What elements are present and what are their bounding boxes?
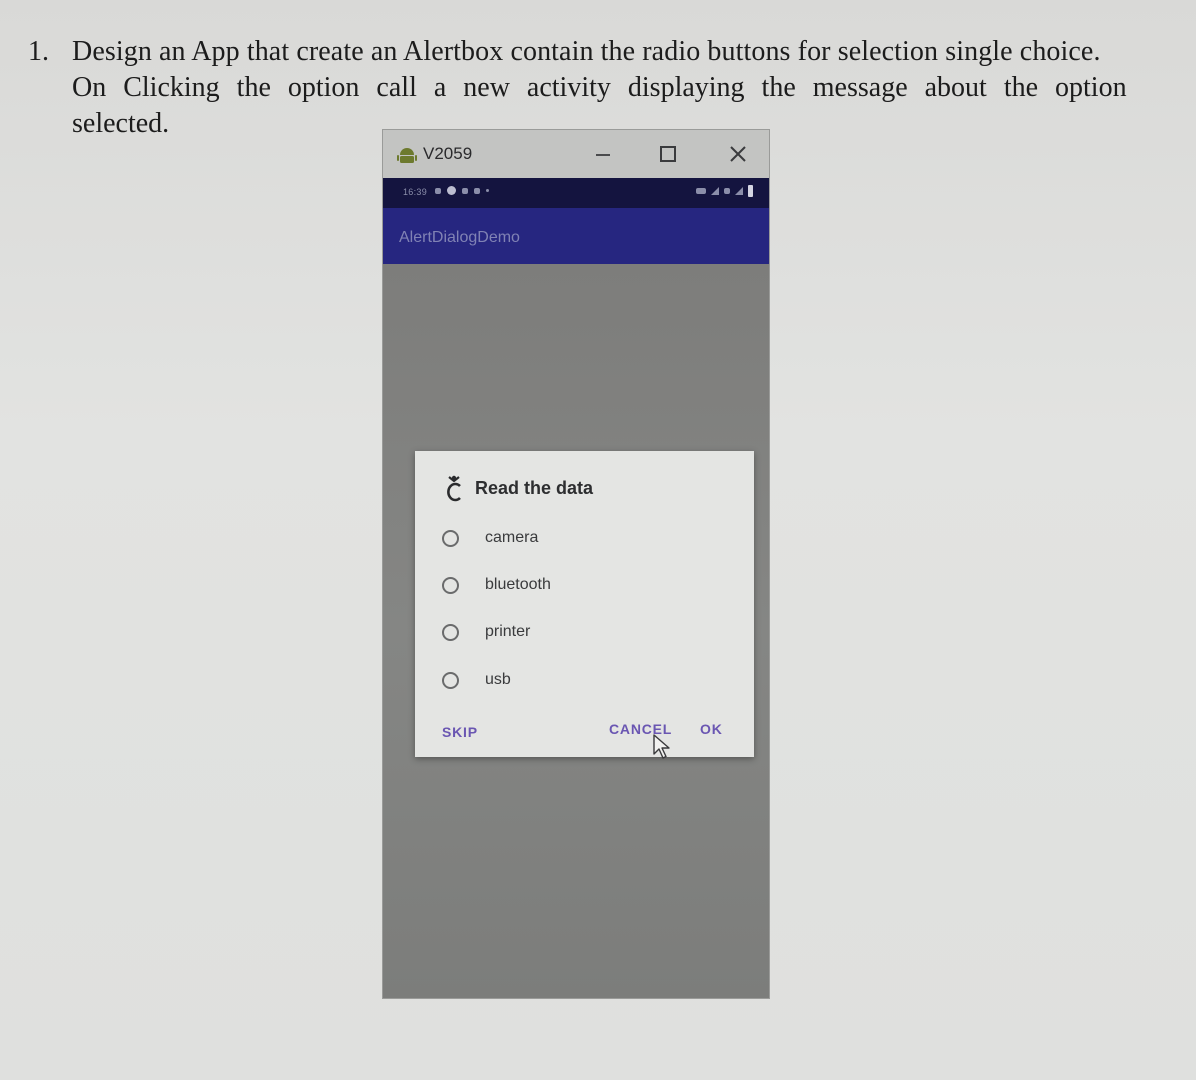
sync-icon	[447, 186, 456, 195]
maximize-icon[interactable]	[653, 140, 683, 168]
radio-option-usb[interactable]: usb	[439, 662, 729, 698]
radio-option-bluetooth[interactable]: bluetooth	[439, 567, 729, 603]
question-line-1: Design an App that create an Alertbox co…	[72, 36, 1101, 67]
alert-dialog: Read the data camera bluetooth printer u…	[415, 451, 754, 757]
radio-button[interactable]	[442, 576, 459, 594]
option-label: bluetooth	[485, 576, 551, 593]
signal-icon	[735, 187, 743, 195]
close-icon[interactable]	[723, 140, 753, 168]
android-icon	[397, 148, 417, 163]
ok-button[interactable]: OK	[700, 721, 723, 737]
network-type-icon	[724, 188, 730, 194]
more-notifications-icon	[486, 189, 489, 192]
radio-button[interactable]	[442, 671, 459, 689]
emulator-title: V2059	[423, 144, 473, 163]
notification-icon	[474, 187, 480, 194]
question-number: 1.	[28, 36, 49, 67]
signal-icon	[711, 187, 719, 195]
question-line-3: selected.	[72, 108, 170, 139]
skip-button[interactable]: SKIP	[442, 724, 478, 740]
app-title: AlertDialogDemo	[399, 229, 520, 246]
app-bar: AlertDialogDemo	[383, 208, 769, 264]
mouse-cursor-icon	[653, 734, 670, 759]
radio-option-camera[interactable]: camera	[439, 520, 729, 556]
radio-option-printer[interactable]: printer	[439, 614, 729, 650]
minimize-icon[interactable]	[588, 140, 618, 168]
option-label: printer	[485, 623, 531, 640]
notification-icon	[462, 187, 468, 194]
question-line-2: On Clicking the option call a new activi…	[72, 72, 1127, 103]
notification-icon	[435, 187, 441, 194]
android-status-bar: 16:39	[383, 178, 769, 208]
status-time: 16:39	[403, 187, 428, 197]
dialog-title: Read the data	[475, 477, 594, 498]
wifi-icon	[696, 188, 706, 194]
option-label: usb	[485, 671, 511, 688]
app-icon	[447, 475, 461, 502]
battery-icon	[748, 185, 753, 197]
option-label: camera	[485, 529, 539, 546]
radio-button[interactable]	[442, 529, 459, 547]
system-icons	[696, 185, 753, 197]
radio-button[interactable]	[442, 623, 459, 641]
emulator-titlebar[interactable]: V2059	[383, 130, 769, 178]
dialog-header: Read the data	[443, 473, 593, 503]
notification-icons	[435, 186, 489, 195]
